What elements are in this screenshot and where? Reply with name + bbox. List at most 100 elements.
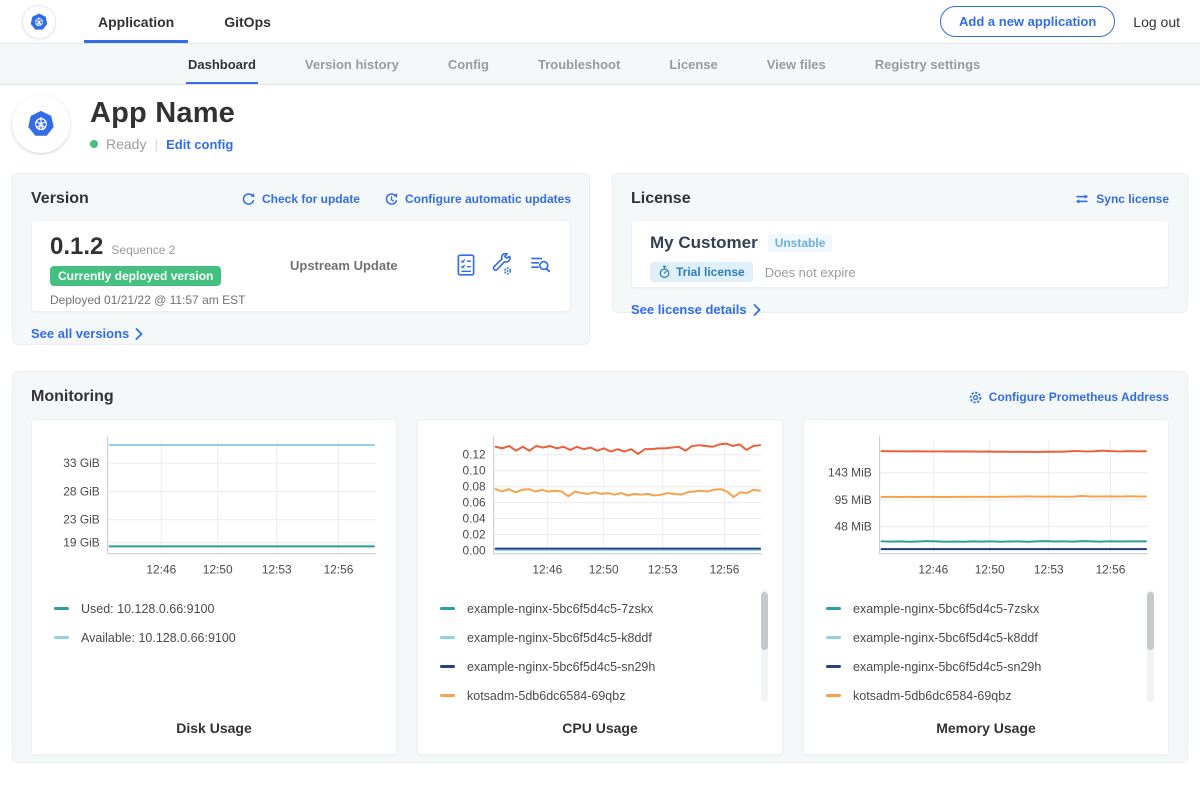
add-a-new-application-button[interactable]: Add a new application	[940, 6, 1115, 37]
svg-text:0.12: 0.12	[462, 448, 486, 462]
legend-scrollbar-thumb[interactable]	[1147, 592, 1154, 650]
stopwatch-icon	[658, 265, 671, 279]
auto-update-clock-icon	[384, 192, 399, 207]
svg-text:12:46: 12:46	[146, 563, 176, 577]
app-subnav: Dashboard Version history Config Troublesho…	[0, 44, 1200, 85]
kubernetes-logo-icon	[26, 9, 52, 35]
version-card-title: Version	[31, 190, 89, 208]
configure-prometheus-link[interactable]: Configure Prometheus Address	[968, 390, 1169, 405]
monitoring-section: Monitoring Configure Prometheus Address …	[12, 371, 1188, 763]
legend-label: example-nginx-5bc6f5d4c5-k8ddf	[853, 631, 1038, 645]
legend-swatch	[826, 636, 841, 639]
sequence-label: Sequence 2	[111, 243, 175, 257]
legend-swatch	[54, 607, 69, 610]
channel-badge: Unstable	[768, 234, 833, 252]
legend-item: Used: 10.128.0.66:9100	[54, 594, 384, 623]
subnav-tab-config[interactable]: Config	[448, 44, 489, 84]
subnav-tab-troubleshoot[interactable]: Troubleshoot	[538, 44, 620, 84]
chart-card-cpu-usage: 0.000.020.040.060.080.100.1212:4612:5012…	[417, 419, 783, 755]
version-card: Version Check for update Configure au	[12, 173, 590, 345]
legend-swatch	[826, 694, 841, 697]
legend-swatch	[826, 665, 841, 668]
memory-usage-legend: example-nginx-5bc6f5d4c5-7zskxexample-ng…	[816, 588, 1156, 710]
ready-status-dot	[90, 140, 98, 148]
legend-swatch	[826, 607, 841, 610]
legend-item: example-nginx-5bc6f5d4c5-k8ddf	[826, 623, 1156, 652]
edit-config-icon[interactable]	[491, 253, 514, 277]
monitoring-charts: 19 GiB23 GiB28 GiB33 GiB12:4612:5012:531…	[31, 419, 1169, 755]
version-source-label: Upstream Update	[290, 258, 398, 273]
legend-label: kotsadm-5db6dc6584-69qbz	[853, 689, 1011, 703]
kubernetes-logo-icon[interactable]	[22, 5, 56, 39]
top-nav: ApplicationGitOps Add a new application …	[0, 0, 1200, 44]
cpu-usage-chart: 0.000.020.040.060.080.100.1212:4612:5012…	[430, 430, 770, 588]
svg-text:143 MiB: 143 MiB	[828, 466, 872, 480]
svg-text:12:56: 12:56	[710, 563, 740, 577]
svg-text:12:53: 12:53	[1034, 563, 1064, 577]
svg-text:12:56: 12:56	[1096, 563, 1126, 577]
chart-card-memory-usage: 48 MiB95 MiB143 MiB12:4612:5012:5312:56e…	[803, 419, 1169, 755]
sync-license-link[interactable]: Sync license	[1074, 192, 1169, 206]
legend-item: kotsadm-5db6dc6584-69qbz	[440, 681, 770, 710]
deployed-badge: Currently deployed version	[50, 266, 221, 286]
svg-text:28 GiB: 28 GiB	[63, 484, 99, 498]
svg-text:0.00: 0.00	[462, 544, 486, 558]
see-license-details-link[interactable]: See license details	[631, 302, 761, 317]
legend-scrollbar[interactable]	[1147, 590, 1154, 702]
memory-usage-chart-title: Memory Usage	[816, 710, 1156, 754]
svg-text:12:50: 12:50	[975, 563, 1005, 577]
disk-usage-legend: Used: 10.128.0.66:9100 Available: 10.128.…	[44, 588, 384, 710]
svg-text:12:46: 12:46	[918, 563, 948, 577]
license-summary-row: My Customer Unstable Trial license Does …	[631, 220, 1169, 288]
divider: |	[154, 136, 158, 152]
edit-config-link[interactable]: Edit config	[166, 137, 233, 152]
svg-text:12:50: 12:50	[203, 563, 233, 577]
legend-label: example-nginx-5bc6f5d4c5-sn29h	[467, 660, 655, 674]
check-for-update-link[interactable]: Check for update	[241, 192, 360, 207]
subnav-tab-view-files[interactable]: View files	[767, 44, 826, 84]
topnav-tabs: Application GitOps	[90, 0, 279, 43]
cpu-usage-legend: example-nginx-5bc6f5d4c5-7zskx example-ng…	[430, 588, 770, 710]
legend-item: example-nginx-5bc6f5d4c5-sn29h	[826, 652, 1156, 681]
app-header: App Name Ready | Edit config	[0, 85, 1200, 165]
customer-name: My Customer	[650, 233, 758, 253]
chevron-right-icon	[135, 328, 143, 340]
subnav-tab-registry-settings[interactable]: Registry settings	[875, 44, 980, 84]
cpu-usage-chart-title: CPU Usage	[430, 710, 770, 754]
svg-text:12:53: 12:53	[648, 563, 678, 577]
svg-text:33 GiB: 33 GiB	[63, 456, 99, 470]
current-version-row: 0.1.2 Sequence 2 Currently deployed vers…	[31, 220, 571, 312]
refresh-icon	[241, 192, 256, 207]
see-all-versions-link[interactable]: See all versions	[31, 326, 143, 341]
preflight-checks-icon[interactable]	[455, 253, 477, 277]
topnav-tab-gitops[interactable]: GitOps	[216, 0, 279, 43]
svg-text:48 MiB: 48 MiB	[835, 520, 872, 534]
svg-text:0.04: 0.04	[462, 512, 486, 526]
license-card-title: License	[631, 190, 691, 208]
svg-text:12:56: 12:56	[324, 563, 354, 577]
subnav-tab-version-history[interactable]: Version history	[305, 44, 399, 84]
topnav-tab-application[interactable]: Application	[90, 0, 182, 43]
configure-automatic-updates-link[interactable]: Configure automatic updates	[384, 192, 571, 207]
legend-scrollbar-thumb[interactable]	[761, 592, 768, 650]
log-out-button[interactable]: Log out	[1133, 14, 1180, 30]
legend-label: example-nginx-5bc6f5d4c5-sn29h	[853, 660, 1041, 674]
chevron-right-icon	[753, 304, 761, 316]
svg-text:12:53: 12:53	[262, 563, 292, 577]
legend-scrollbar[interactable]	[761, 590, 768, 702]
legend-label: Available: 10.128.0.66:9100	[81, 631, 236, 645]
gear-icon	[968, 390, 983, 405]
kubernetes-app-icon	[21, 104, 61, 144]
disk-usage-chart-title: Disk Usage	[44, 710, 384, 754]
subnav-tab-dashboard[interactable]: Dashboard	[188, 44, 256, 84]
legend-swatch	[54, 636, 69, 639]
legend-swatch	[440, 694, 455, 697]
legend-item: example-nginx-5bc6f5d4c5-k8ddf	[440, 623, 770, 652]
legend-label: example-nginx-5bc6f5d4c5-7zskx	[467, 602, 653, 616]
trial-license-badge: Trial license	[650, 262, 753, 282]
app-icon	[12, 95, 70, 153]
view-files-icon[interactable]	[528, 253, 552, 277]
memory-usage-chart: 48 MiB95 MiB143 MiB12:4612:5012:5312:56	[816, 430, 1156, 588]
subnav-tab-license[interactable]: License	[669, 44, 717, 84]
svg-text:0.10: 0.10	[462, 464, 486, 478]
